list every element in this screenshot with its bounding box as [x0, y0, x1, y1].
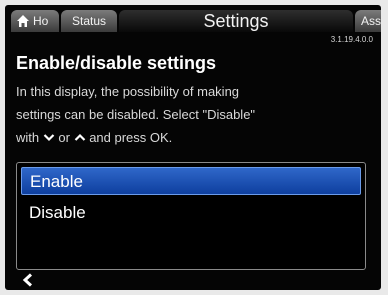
- version-label: 3.1.19.4.0.0: [330, 35, 373, 44]
- tab-settings-label: Settings: [203, 11, 269, 31]
- chevron-down-icon: [43, 134, 55, 142]
- description-text: In this display, the possibility of maki…: [16, 80, 366, 149]
- tab-status[interactable]: Status: [61, 10, 117, 32]
- description-line-1: In this display, the possibility of maki…: [16, 84, 240, 99]
- tab-home-label: Ho: [33, 14, 49, 28]
- description-line-2: settings can be disabled. Select "Disabl…: [16, 107, 256, 122]
- tab-assist-label: Assist: [361, 14, 381, 28]
- display-screen: Ho Status Settings Assist 3.1.19.4.0.0 E…: [5, 5, 381, 290]
- description-line-3: with or and press OK.: [16, 126, 366, 149]
- description-rest: and press OK.: [89, 130, 173, 145]
- chevron-up-icon: [74, 134, 85, 141]
- back-arrow-icon[interactable]: [21, 273, 35, 287]
- description-or: or: [58, 130, 70, 145]
- option-enable[interactable]: Enable: [21, 167, 361, 195]
- description-with: with: [16, 130, 40, 145]
- options-list: Enable Disable: [16, 162, 366, 270]
- page-title: Enable/disable settings: [16, 53, 217, 73]
- tab-assist[interactable]: Assist: [355, 10, 381, 32]
- tab-settings[interactable]: Settings: [119, 10, 353, 32]
- option-disable[interactable]: Disable: [21, 199, 361, 227]
- tab-home[interactable]: Ho: [11, 10, 59, 32]
- tab-bar: Ho Status Settings Assist: [5, 5, 381, 35]
- tab-status-label: Status: [71, 14, 107, 28]
- home-icon: [17, 15, 29, 27]
